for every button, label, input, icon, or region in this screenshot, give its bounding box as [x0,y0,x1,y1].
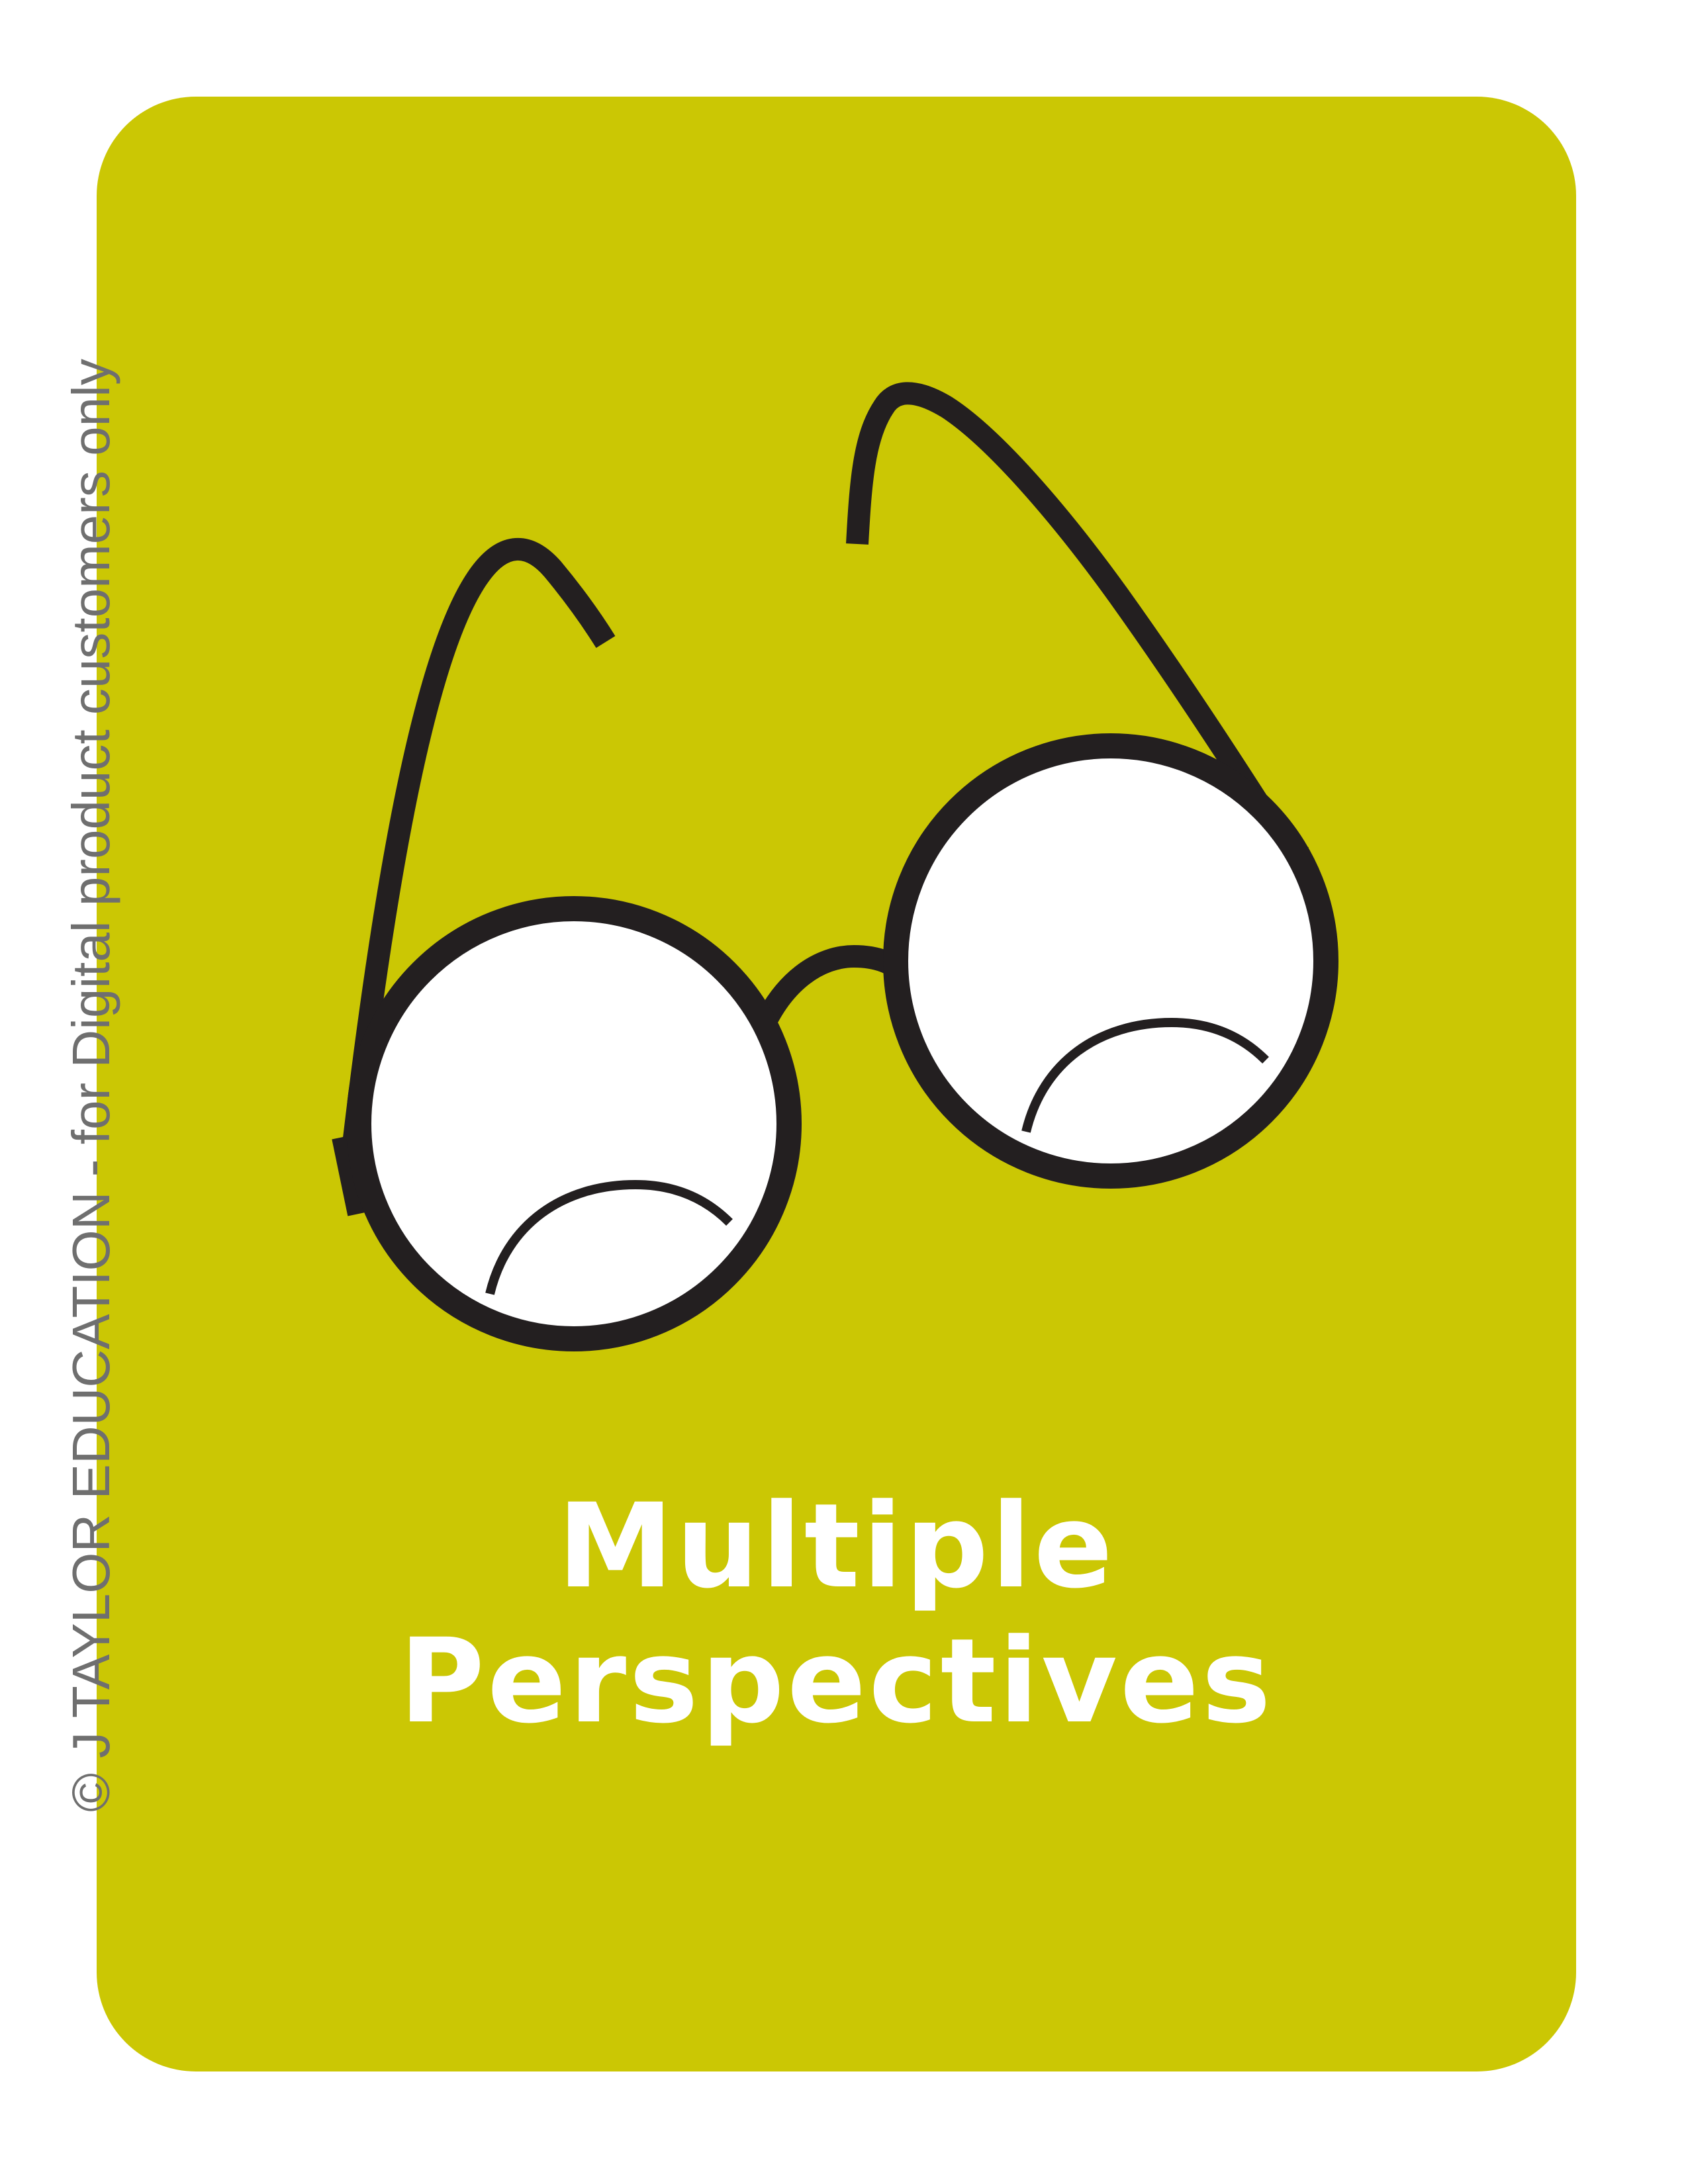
round-reading-glasses-icon [332,382,1338,1351]
copyright-notice: © J TAYLOR EDUCATION - for Digital produ… [62,359,120,1812]
right-lens-icon [883,733,1338,1189]
card-title: Multiple Perspectives [97,1479,1576,1749]
left-lens-icon [346,896,802,1351]
title-line-2: Perspectives [399,1614,1274,1749]
title-line-1: Multiple [557,1479,1115,1614]
